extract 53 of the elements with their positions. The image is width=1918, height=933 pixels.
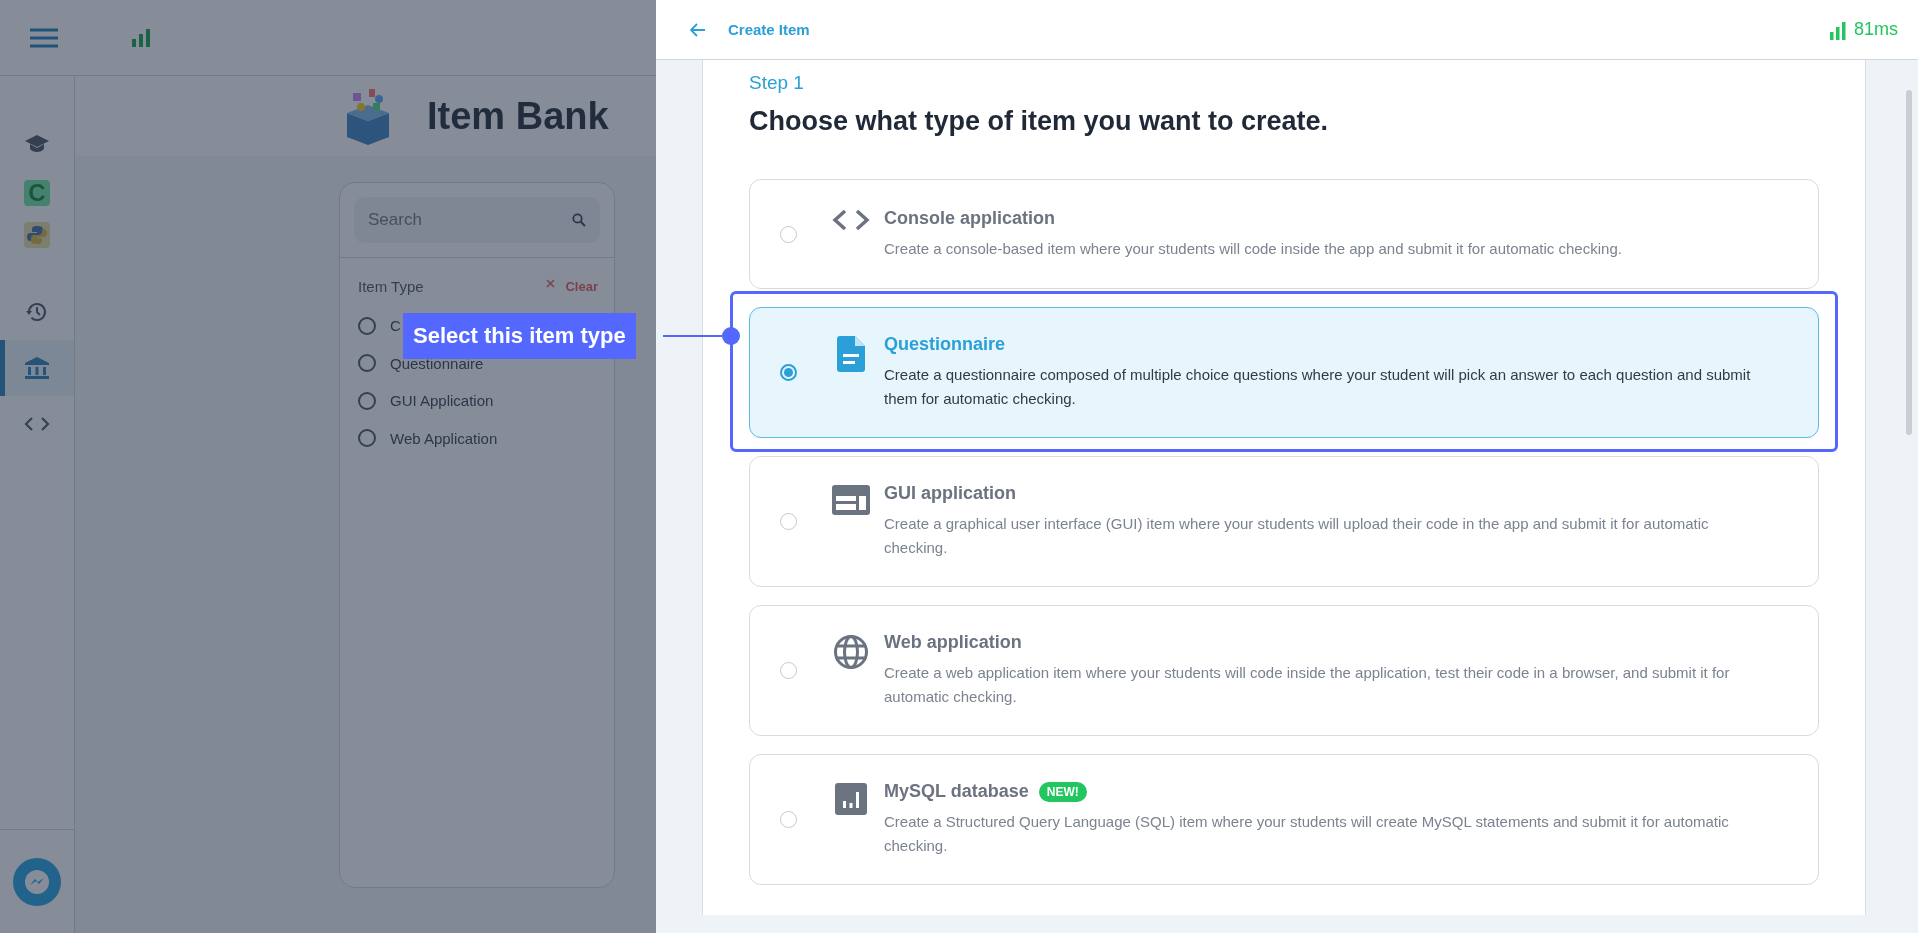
history-icon — [25, 300, 49, 324]
item-type-description: Create a graphical user interface (GUI) item where your students will upload their code in the app and submit it for automatic checking. — [884, 514, 1710, 558]
item-type-description: Create a web application item where your students will code inside the application, test their code in a browser, and submit it for automatic checking. — [884, 663, 1731, 707]
radio-button[interactable] — [780, 364, 797, 381]
item-type-card[interactable]: MySQL database NEW! Create a Structured Query Language (SQL) item where your students will create MySQL statements and submit it for automatic checking. — [749, 754, 1819, 885]
radio-button[interactable] — [358, 354, 376, 373]
bank-building-icon — [24, 356, 50, 380]
step-heading: Choose what type of item you want to create. — [749, 106, 1330, 137]
sidebar-item[interactable] — [0, 340, 74, 396]
search-icon — [572, 213, 586, 227]
window-layout-icon — [832, 485, 870, 515]
scrollbar-thumb[interactable] — [1906, 90, 1912, 435]
graduation-cap-icon — [24, 133, 50, 155]
item-type-card[interactable]: GUI application Create a graphical user interface (GUI) item where your students will upload their code in the app and submit it for automatic checking. — [749, 456, 1819, 587]
radio-button[interactable] — [358, 316, 376, 335]
document-icon — [837, 336, 865, 372]
code-icon — [24, 416, 50, 432]
annotation-callout: Select this item type — [403, 313, 636, 359]
item-type-description: Create a console-based item where your students will code inside the app and submit it for automatic checking. — [884, 238, 1622, 259]
globe-icon — [833, 634, 869, 670]
filter-label: Item Type — [358, 278, 424, 295]
messenger-chat-button[interactable] — [13, 857, 61, 906]
item-type-description: Create a Structured Query Language (SQL) item where your students will create MySQL statements and submit it for automatic checking. — [884, 812, 1730, 856]
search-field[interactable]: Search — [354, 197, 600, 243]
item-type-card[interactable]: Web application Create a web application item where your students will code inside the application, test their code in a browser, and submit it for automatic checking. — [749, 605, 1819, 736]
item-type-title: Web application — [884, 632, 1022, 653]
item-type-title: Questionnaire — [884, 334, 1006, 355]
item-type-title: GUI application — [884, 483, 1016, 504]
item-type-card[interactable]: Questionnaire Create a questionnaire composed of multiple choice questions where your student will pick an answer to each question and submit them for automatic checking. — [749, 307, 1819, 438]
radio-button[interactable] — [358, 391, 376, 410]
item-type-description: Create a questionnaire composed of multiple choice questions where your student will pick an answer to each question and submit them for automatic checking. — [884, 365, 1752, 409]
item-type-title: MySQL database — [884, 781, 1029, 802]
drawer-title: Create Item — [728, 21, 811, 38]
clear-button[interactable]: Clear — [546, 279, 598, 294]
radio-button[interactable] — [358, 429, 376, 448]
latency-reading: 81ms — [1854, 19, 1898, 40]
item-type-card[interactable]: Console application Create a console-based item where your students will code inside the app and submit it for automatic checking. — [749, 179, 1819, 289]
filter-option-label[interactable]: Web Application — [390, 429, 498, 447]
signal-bars-icon — [1830, 22, 1846, 40]
code-brackets-icon — [832, 208, 870, 232]
close-icon — [546, 279, 556, 288]
python-logo-icon — [24, 222, 50, 248]
messenger-icon — [23, 867, 51, 896]
item-type-title: Console application — [884, 207, 1056, 229]
bar-chart-icon — [835, 783, 867, 815]
back-arrow-button[interactable] — [690, 22, 706, 37]
page-title: Item Bank — [427, 94, 609, 138]
signal-bars-icon — [132, 28, 150, 47]
menu-icon[interactable] — [30, 27, 58, 48]
filter-option-label[interactable]: C — [390, 317, 401, 335]
new-badge: NEW! — [1038, 781, 1087, 802]
step-label: Step 1 — [749, 72, 805, 94]
filter-option-label[interactable]: GUI Application — [390, 392, 494, 410]
